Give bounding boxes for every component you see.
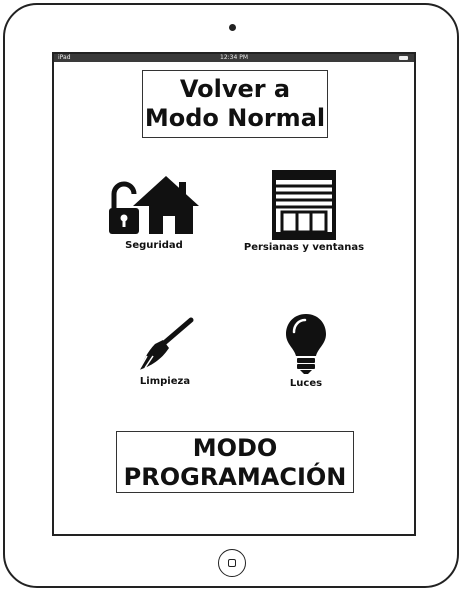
- tile-persianas-ventanas[interactable]: Persianas y ventanas: [242, 170, 366, 253]
- programming-mode-button[interactable]: MODO PROGRAMACIÓN: [116, 431, 354, 493]
- back-to-normal-mode-button[interactable]: Volver a Modo Normal: [142, 70, 328, 138]
- tile-seguridad[interactable]: Seguridad: [94, 172, 214, 251]
- status-time: 12:34 PM: [220, 54, 248, 61]
- tile-limpieza[interactable]: Limpieza: [110, 316, 220, 387]
- window-blinds-icon: [272, 170, 336, 240]
- tablet-screen: iPad 12:34 PM Volver a Modo Normal Segur…: [52, 52, 416, 536]
- status-bar: iPad 12:34 PM: [54, 54, 414, 62]
- broom-icon: [138, 317, 194, 371]
- house-lock-icon: [109, 176, 199, 234]
- home-square-icon: [228, 559, 236, 567]
- tile-label-persianas-ventanas: Persianas y ventanas: [243, 242, 365, 253]
- normal-mode-line2: Modo Normal: [144, 104, 326, 132]
- normal-mode-line1: Volver a: [179, 75, 291, 103]
- tile-label-luces: Luces: [289, 378, 323, 389]
- camera-dot: [229, 24, 236, 31]
- tile-label-limpieza: Limpieza: [139, 376, 191, 387]
- lightbulb-icon: [286, 314, 326, 374]
- tile-luces[interactable]: Luces: [264, 312, 348, 389]
- battery-icon: [399, 56, 408, 60]
- tile-label-seguridad: Seguridad: [125, 240, 183, 251]
- programming-line2: PROGRAMACIÓN: [123, 463, 347, 491]
- home-button[interactable]: [218, 549, 246, 577]
- programming-line1: MODO: [192, 434, 278, 462]
